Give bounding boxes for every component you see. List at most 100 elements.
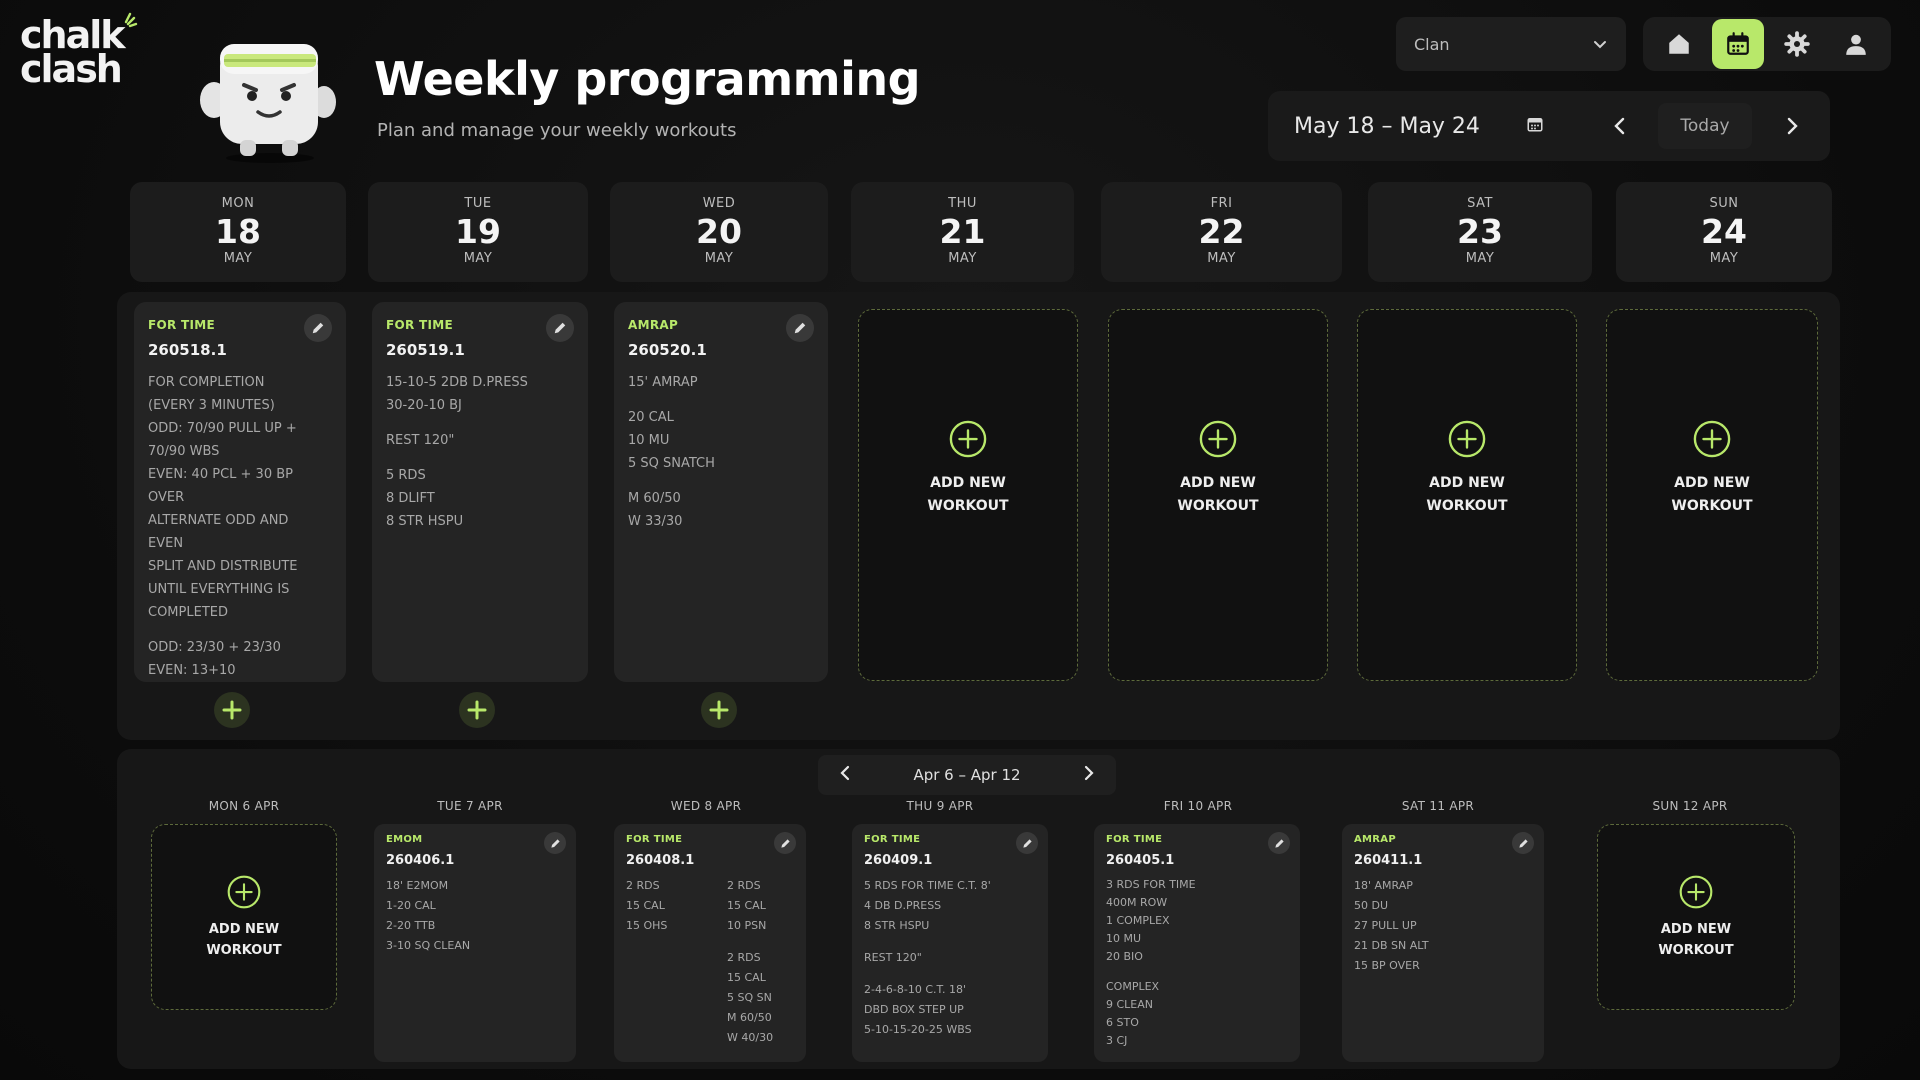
pencil-icon	[1518, 838, 1528, 848]
workout-lines: 15-10-5 2DB D.PRESS 30-20-10 BJ REST 120" 5…	[386, 371, 574, 533]
prev-week-button[interactable]	[1608, 116, 1632, 136]
logo-line-2: clash	[20, 47, 123, 91]
day-header-mon[interactable]: MON 18 MAY	[130, 182, 346, 282]
edit-workout-button[interactable]	[546, 314, 574, 342]
day-header-sun[interactable]: SUN 24 MAY	[1616, 182, 1832, 282]
chevron-right-icon	[1084, 765, 1094, 781]
brand-logo[interactable]: chalk clash	[20, 12, 140, 91]
add-new-workout-card[interactable]: ADD NEW WORKOUT	[1606, 309, 1818, 681]
workout-card[interactable]: AMRAP 260520.1 15' AMRAP 20 CAL 10 MU 5 SQ …	[614, 302, 828, 682]
plus-circle-icon	[1199, 420, 1237, 458]
pencil-icon	[550, 838, 560, 848]
workout-code: 260520.1	[628, 341, 707, 359]
workout-code: 260409.1	[864, 853, 933, 868]
add-new-workout-card[interactable]: ADD NEW WORKOUT	[1108, 309, 1328, 681]
edit-workout-button[interactable]	[1512, 832, 1534, 854]
workout-code: 260519.1	[386, 341, 465, 359]
workout-lines: FOR COMPLETION (EVERY 3 MINUTES) ODD: 70/9…	[148, 371, 332, 682]
day-number: 22	[1198, 212, 1245, 251]
edit-workout-button[interactable]	[1016, 832, 1038, 854]
workout-line: M 60/50	[727, 1011, 772, 1024]
past-workout-card[interactable]: EMOM 260406.1 18' E2MOM 1-20 CAL 2-20 TTB 3…	[374, 824, 576, 1062]
day-of-week: FRI	[1210, 196, 1233, 211]
day-header-wed[interactable]: WED 20 MAY	[610, 182, 828, 282]
add-new-workout-label: ADD NEW WORKOUT	[206, 922, 282, 958]
add-workout-button[interactable]	[701, 692, 737, 728]
day-of-week: SAT	[1467, 196, 1493, 211]
workout-line: 5 SQ SN	[727, 991, 772, 1004]
workout-line: REST 120"	[864, 951, 922, 964]
add-workout-button[interactable]	[214, 692, 250, 728]
workout-line: 70/90 WBS	[148, 444, 220, 459]
edit-workout-button[interactable]	[1268, 832, 1290, 854]
pencil-icon	[1274, 838, 1284, 848]
week-range-bar: May 18 – May 24 Today	[1268, 91, 1830, 161]
past-workout-card[interactable]: FOR TIME 260409.1 5 RDS FOR TIME C.T. 8'…	[852, 824, 1048, 1062]
past-workout-card[interactable]: FOR TIME 260405.1 3 RDS FOR TIME 400m ROW…	[1094, 824, 1300, 1062]
previous-week-nav: Apr 6 – Apr 12	[818, 755, 1116, 795]
calendar-button[interactable]	[1711, 19, 1764, 69]
prev-range-button[interactable]	[838, 764, 852, 786]
user-icon	[1845, 34, 1866, 55]
next-week-button[interactable]	[1780, 116, 1804, 136]
add-workout-button[interactable]	[459, 692, 495, 728]
workout-line: COMPLEX	[1106, 980, 1160, 993]
edit-workout-button[interactable]	[774, 832, 796, 854]
edit-workout-button[interactable]	[544, 832, 566, 854]
next-range-button[interactable]	[1082, 764, 1096, 786]
add-new-workout-card[interactable]: ADD NEW WORKOUT	[1597, 824, 1795, 1010]
workout-line: 8 STR HSPU	[864, 919, 930, 932]
edit-workout-button[interactable]	[304, 314, 332, 342]
add-new-workout-card[interactable]: ADD NEW WORKOUT	[1357, 309, 1577, 681]
lower-day-label: SUN 12 APR	[1652, 799, 1728, 813]
workout-lines: 3 RDS FOR TIME 400m ROW 1 COMPLEX 10 MU 20 B…	[1106, 876, 1288, 1050]
chevron-left-icon	[840, 765, 850, 781]
workout-code: 260405.1	[1106, 853, 1175, 868]
plus-icon	[709, 700, 729, 720]
workout-line: OVER	[148, 490, 185, 505]
home-button[interactable]	[1653, 19, 1705, 69]
workout-code: 260411.1	[1354, 853, 1423, 868]
date-picker-button[interactable]	[1526, 115, 1552, 137]
workout-column-2: 2 RDS 15 CAL 10 PSN 2 RDS 15 CAL 5 SQ SN M 60/…	[727, 876, 794, 1048]
workout-card[interactable]: FOR TIME 260519.1 15-10-5 2DB D.PRESS 30-…	[372, 302, 588, 682]
workout-line: 2-20 TTB	[386, 919, 436, 932]
workout-line: 50 DU	[1354, 899, 1389, 912]
workout-type: EMOM	[386, 834, 423, 845]
workout-line: 20 CAL	[628, 410, 674, 425]
workout-line: 1 COMPLEX	[1106, 914, 1170, 927]
clan-select[interactable]: Clan	[1396, 17, 1626, 71]
day-header-sat[interactable]: SAT 23 MAY	[1368, 182, 1592, 282]
workout-line: 15' AMRAP	[628, 375, 698, 390]
past-workout-card[interactable]: AMRAP 260411.1 18' AMRAP 50 DU 27 PULL UP 2…	[1342, 824, 1544, 1062]
settings-button[interactable]	[1771, 19, 1823, 69]
day-month: MAY	[1207, 251, 1236, 266]
day-header-thu[interactable]: THU 21 MAY	[851, 182, 1074, 282]
add-new-workout-card[interactable]: ADD NEW WORKOUT	[151, 824, 337, 1010]
workout-line: EVEN: 13+10	[148, 663, 236, 678]
workout-line: 3-10 SQ CLEAN	[386, 939, 471, 952]
lower-day-label: WED 8 APR	[670, 799, 742, 813]
day-number: 20	[696, 212, 742, 251]
plus-circle-icon	[1693, 420, 1731, 458]
edit-workout-button[interactable]	[786, 314, 814, 342]
day-of-week: TUE	[464, 196, 492, 211]
day-header-tue[interactable]: TUE 19 MAY	[368, 182, 588, 282]
add-new-workout-card[interactable]: ADD NEW WORKOUT	[858, 309, 1078, 681]
week-range-text: May 18 – May 24	[1294, 113, 1480, 139]
workout-line: 10 PSN	[727, 919, 767, 932]
past-workout-card[interactable]: FOR TIME 260408.1 2 RDS 15 CAL 15 OHS 2 RD…	[614, 824, 806, 1062]
gear-icon	[1783, 31, 1810, 57]
today-button[interactable]: Today	[1658, 103, 1752, 149]
day-header-fri[interactable]: FRI 22 MAY	[1101, 182, 1342, 282]
profile-button[interactable]	[1830, 19, 1882, 69]
workout-card[interactable]: FOR TIME 260518.1 FOR COMPLETION (EVERY 3…	[134, 302, 346, 682]
page-subtitle: Plan and manage your weekly workouts	[377, 120, 737, 141]
plus-circle-icon	[1679, 875, 1713, 909]
workout-line: 15 OHS	[626, 919, 668, 932]
